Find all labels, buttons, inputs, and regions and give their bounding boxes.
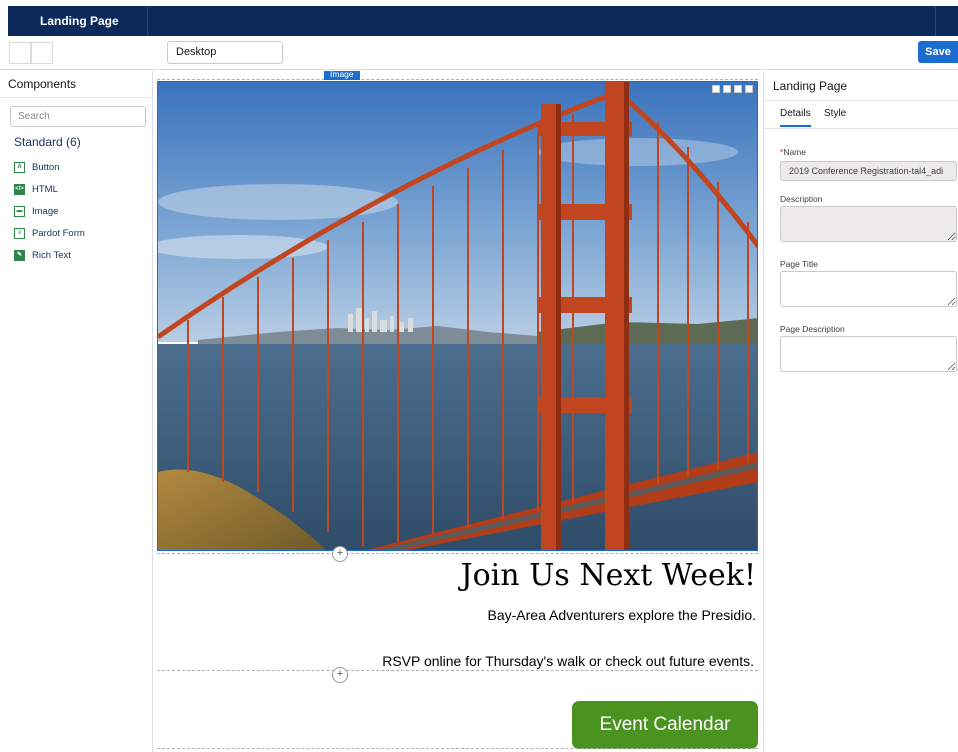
app-tab-landing-page-builder[interactable]: Landing Page Builder [22, 6, 148, 58]
device-select[interactable]: Desktop [167, 41, 283, 64]
image-icon: ▬ [14, 205, 25, 217]
components-title: Components [8, 77, 77, 91]
header-divider [935, 6, 936, 36]
component-item-image[interactable]: ▬ Image [14, 203, 58, 219]
page-description-label: Page Description [780, 324, 845, 334]
section-divider [157, 79, 758, 80]
tab-style[interactable]: Style [824, 108, 846, 119]
component-item-pardot-form[interactable]: ≡ Pardot Form [14, 225, 85, 241]
divider [0, 97, 153, 98]
page-canvas[interactable]: Image + Join Us Next Week! Bay-Area Adve… [155, 71, 762, 752]
undo-button[interactable] [9, 42, 31, 64]
properties-panel: Landing Page Details Style *Name 2019 Co… [763, 71, 958, 752]
page-title-field[interactable] [780, 271, 957, 307]
tab-details[interactable]: Details [780, 108, 811, 127]
components-panel: Components Standard (6) A Button </> HTM… [0, 71, 153, 752]
section-divider [157, 748, 758, 749]
golden-gate-bridge-image [158, 82, 757, 550]
name-field[interactable]: 2019 Conference Registration-tal4_adi [780, 161, 957, 181]
section-divider [157, 553, 758, 554]
component-item-rich-text[interactable]: ✎ Rich Text [14, 247, 71, 263]
component-label: Image [32, 205, 59, 217]
paragraph-text[interactable]: Bay-Area Adventurers explore the Presidi… [488, 607, 756, 623]
edit-icon[interactable] [712, 85, 720, 93]
name-label: *Name [780, 147, 806, 157]
page-title-label: Page Title [780, 259, 818, 269]
standard-group-label[interactable]: Standard (6) [14, 135, 81, 149]
image-block[interactable] [157, 81, 758, 551]
move-icon[interactable] [734, 85, 742, 93]
properties-title: Landing Page [773, 79, 848, 93]
name-label-text: Name [783, 147, 806, 157]
save-button[interactable]: Save [918, 41, 958, 63]
code-icon: </> [14, 183, 25, 195]
delete-icon[interactable] [745, 85, 753, 93]
component-label: Rich Text [32, 249, 71, 261]
divider [764, 100, 958, 101]
description-field[interactable] [780, 206, 957, 242]
component-label: Button [32, 161, 60, 173]
component-label: HTML [32, 183, 58, 195]
paragraph-text[interactable]: RSVP online for Thursday's walk or check… [382, 653, 754, 669]
rich-text-icon: ✎ [14, 249, 25, 261]
image-component-label: Image [324, 71, 360, 80]
duplicate-icon[interactable] [723, 85, 731, 93]
page-description-field[interactable] [780, 336, 957, 372]
description-label: Description [780, 194, 823, 204]
add-section-button[interactable]: + [332, 667, 348, 683]
component-item-button[interactable]: A Button [14, 159, 59, 175]
component-search-input[interactable] [10, 106, 146, 127]
app-header-bar: Landing Page Builder [8, 6, 958, 58]
builder-toolbar: Desktop Save [0, 38, 958, 70]
app-header: Landing Page Builder [0, 0, 958, 58]
headline-text[interactable]: Join Us Next Week! [461, 558, 756, 593]
button-icon: A [14, 161, 25, 173]
component-label: Pardot Form [32, 227, 85, 239]
section-divider [157, 670, 758, 671]
redo-button[interactable] [31, 42, 53, 64]
form-icon: ≡ [14, 227, 25, 239]
add-section-button[interactable]: + [332, 546, 348, 562]
component-item-html[interactable]: </> HTML [14, 181, 58, 197]
image-actions [712, 85, 753, 93]
tab-underline [764, 128, 958, 129]
event-calendar-button[interactable]: Event Calendar [572, 701, 758, 749]
